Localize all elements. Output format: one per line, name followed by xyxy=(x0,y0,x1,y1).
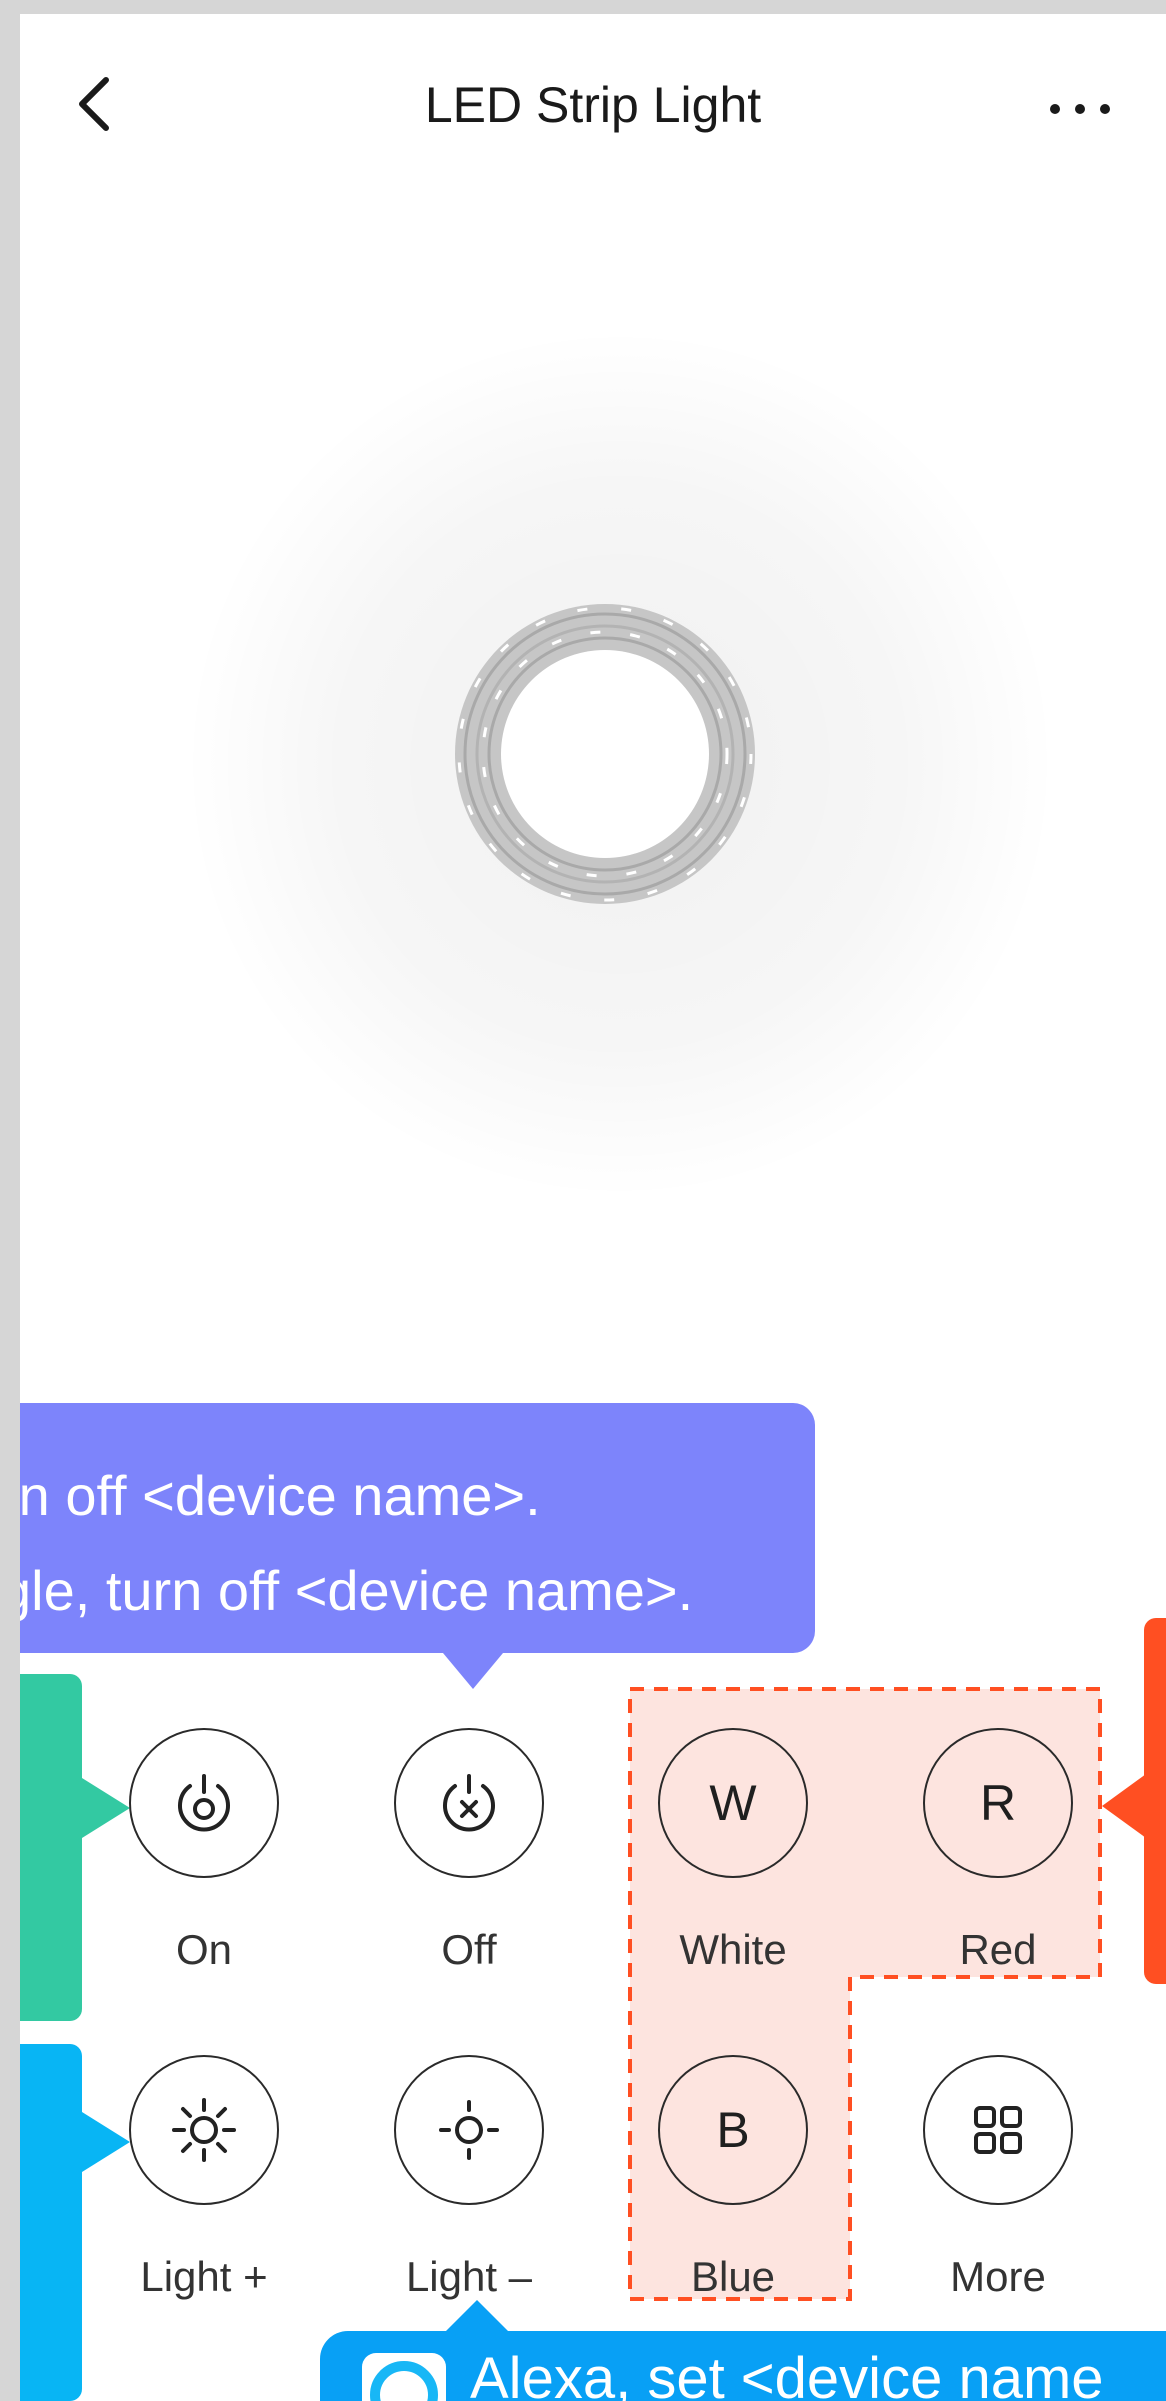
more-label: More xyxy=(950,2253,1046,2300)
light-plus-label: Light + xyxy=(140,2253,268,2300)
red-glyph: R xyxy=(979,1775,1017,1831)
blue-label: Blue xyxy=(690,2253,776,2300)
off-button[interactable] xyxy=(394,1728,544,1878)
voice-command-line-2: gle, turn off <device name>. xyxy=(20,1559,694,1622)
device-screen: LED Strip Light rn off <device name>. gl… xyxy=(20,14,1166,2401)
power-off-icon xyxy=(443,1774,495,1832)
color-callout-tab xyxy=(1144,1618,1166,1984)
alexa-icon xyxy=(362,2353,446,2401)
blue-button[interactable]: B xyxy=(658,2055,808,2205)
color-callout-pointer xyxy=(1102,1774,1146,1838)
brightness-down-icon xyxy=(439,2100,499,2160)
white-label: White xyxy=(679,1926,787,1973)
grid-icon xyxy=(974,2106,1022,2154)
voice-command-pointer xyxy=(443,1653,503,1689)
more-button[interactable] xyxy=(923,2055,1073,2205)
white-button[interactable]: W xyxy=(658,1728,808,1878)
red-label: Red xyxy=(959,1926,1037,1973)
on-button[interactable] xyxy=(129,1728,279,1878)
on-callout-pointer xyxy=(82,1778,130,1838)
power-on-icon xyxy=(178,1774,230,1832)
brightness-callout-pointer xyxy=(82,2112,130,2172)
alexa-callout-pointer xyxy=(445,2300,509,2332)
alexa-callout: Alexa, set <device name xyxy=(320,2331,1166,2401)
brightness-callout-tab xyxy=(20,2044,82,2401)
red-button[interactable]: R xyxy=(923,1728,1073,1878)
voice-command-callout: rn off <device name>. gle, turn off <dev… xyxy=(20,1403,815,1653)
light-minus-button[interactable] xyxy=(394,2055,544,2205)
color-presets-outline xyxy=(628,1687,1102,2301)
blue-glyph: B xyxy=(716,2102,750,2158)
off-label: Off xyxy=(441,1926,497,1973)
light-minus-label: Light – xyxy=(405,2253,533,2300)
on-callout-tab xyxy=(20,1674,82,2021)
brightness-up-icon xyxy=(172,2098,236,2162)
white-glyph: W xyxy=(709,1775,757,1831)
alexa-command-text: Alexa, set <device name xyxy=(470,2346,1104,2401)
light-plus-button[interactable] xyxy=(129,2055,279,2205)
voice-command-line-1: rn off <device name>. xyxy=(20,1464,541,1527)
on-label: On xyxy=(175,1926,233,1973)
